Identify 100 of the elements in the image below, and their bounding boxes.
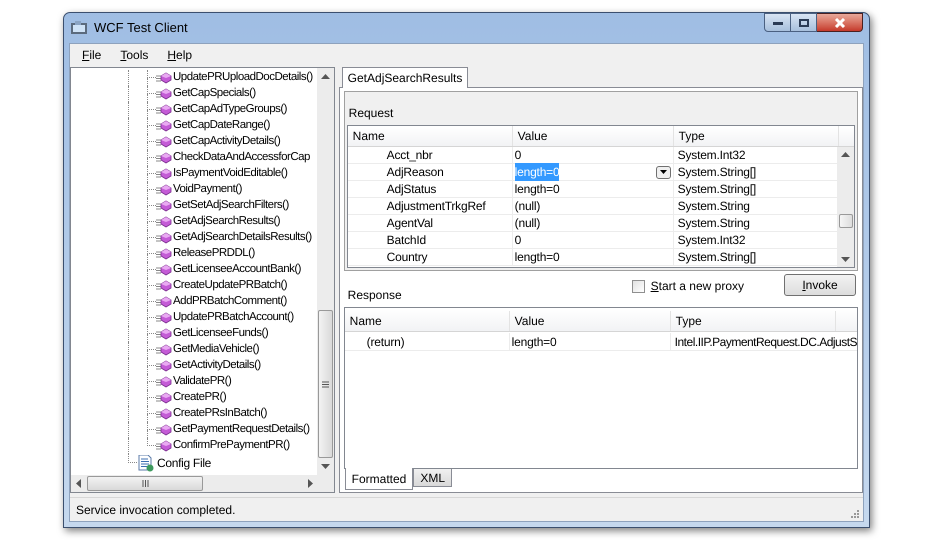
table-cell: (return): [344, 333, 510, 350]
grip-icon: [142, 480, 148, 487]
method-icon: [156, 136, 172, 148]
maximize-button[interactable]: [791, 13, 817, 32]
table-cell: Acct_nbr: [348, 147, 513, 163]
section-label: Request: [348, 105, 394, 122]
table-cell-text: 0: [514, 147, 522, 164]
horizontal-scrollbar[interactable]: [71, 475, 334, 492]
tree-item[interactable]: GetCapAdTypeGroups(): [173, 101, 288, 119]
tree-item[interactable]: AddPRBatchComment(): [173, 293, 287, 311]
minimize-button[interactable]: [764, 13, 791, 32]
method-icon: [156, 328, 172, 340]
menu-item[interactable]: File: [82, 46, 102, 64]
tree-item[interactable]: VoidPayment(): [173, 181, 242, 199]
tree-item[interactable]: GetLicenseeAccountBank(): [173, 261, 301, 279]
menu-item[interactable]: Help: [167, 46, 192, 64]
tree-item[interactable]: GetActivityDetails(): [173, 357, 261, 375]
scrollbar-thumb[interactable]: [87, 476, 203, 491]
table-cell-text: System.Int32: [676, 147, 746, 163]
tree-item[interactable]: GetCapSpecials(): [173, 85, 256, 103]
tab[interactable]: GetAdjSearchResults: [342, 67, 468, 88]
column-header[interactable]: Value: [510, 311, 671, 331]
close-icon: [834, 18, 846, 28]
menu-item[interactable]: Tools: [120, 46, 148, 64]
column-header[interactable]: Type: [670, 311, 836, 331]
table-cell-text: System.String[]: [676, 249, 758, 265]
table-cell-text: length=0: [514, 249, 560, 266]
vertical-scrollbar[interactable]: [316, 68, 334, 475]
tree-item[interactable]: GetCapActivityDetails(): [173, 133, 280, 151]
tree-item[interactable]: GetAdjSearchDetailsResults(): [173, 229, 312, 247]
tree-item[interactable]: GetAdjSearchResults(): [173, 213, 280, 231]
tree-item[interactable]: CheckDataAndAccessforCap: [173, 149, 310, 167]
tree-item[interactable]: CreatePRsInBatch(): [173, 405, 267, 423]
column-header[interactable]: Type: [674, 126, 839, 146]
method-icon: [156, 200, 172, 212]
table-cell: AdjustmentTrkgRef: [348, 198, 513, 214]
tree-item[interactable]: ReleasePRDDL(): [173, 245, 255, 263]
tree-item[interactable]: GetSetAdjSearchFilters(): [173, 197, 289, 215]
tree-item[interactable]: IsPaymentVoidEditable(): [173, 165, 288, 183]
tree-item[interactable]: ValidatePR(): [173, 373, 232, 391]
table-cell-text: System.String[]: [676, 181, 758, 197]
scrollbar-thumb[interactable]: [838, 214, 852, 228]
method-icon: [156, 264, 172, 276]
method-icon: [156, 88, 172, 100]
grip-icon: [322, 380, 329, 388]
tree-item[interactable]: UpdatePRBatchAccount(): [173, 309, 294, 327]
window-title: WCF Test Client: [94, 19, 188, 38]
vertical-scrollbar[interactable]: [837, 147, 854, 267]
table-cell: AgentVal: [348, 215, 513, 231]
method-icon: [156, 168, 172, 180]
method-icon: [156, 344, 172, 356]
proxy-checkbox[interactable]: Start a new proxy: [632, 277, 744, 295]
table-cell-text: System.Int32: [676, 232, 746, 248]
dropdown-button[interactable]: [656, 166, 671, 178]
column-header[interactable]: Value: [512, 126, 674, 146]
tree-item[interactable]: ConfirmPrePaymentPR(): [173, 437, 290, 455]
scroll-up-icon: [320, 74, 330, 79]
tree-item[interactable]: GetLicenseeFunds(): [173, 325, 268, 343]
method-icon: [156, 72, 172, 84]
method-icon: [156, 424, 172, 436]
section-label: Response: [348, 287, 402, 304]
tree-item[interactable]: GetCapDateRange(): [173, 117, 270, 135]
method-icon: [156, 360, 172, 372]
scrollbar-thumb[interactable]: [318, 310, 333, 458]
table-cell: BatchId: [348, 232, 513, 248]
method-icon: [156, 392, 172, 404]
tree-item[interactable]: UpdatePRUploadDocDetails(): [173, 69, 313, 87]
scroll-right-icon: [308, 479, 313, 488]
tree-item[interactable]: CreatePR(): [173, 389, 226, 407]
method-icon: [156, 152, 172, 164]
tree-item[interactable]: CreateUpdatePRBatch(): [173, 277, 288, 295]
method-icon: [156, 104, 172, 116]
method-icon: [156, 120, 172, 132]
table-cell-text: (null): [514, 198, 540, 215]
column-header[interactable]: Name: [348, 126, 513, 146]
table-cell-text: length=0: [514, 181, 560, 198]
scroll-up-icon: [841, 152, 850, 157]
method-icon: [156, 280, 172, 292]
checkbox[interactable]: [632, 280, 645, 292]
tree-item[interactable]: GetPaymentRequestDetails(): [173, 421, 310, 439]
table-cell-text: 0: [514, 232, 522, 249]
invoke-button[interactable]: Invoke: [784, 274, 856, 296]
tab[interactable]: XML: [413, 469, 452, 487]
resize-grip-icon: [850, 509, 859, 518]
method-icon: [156, 232, 172, 244]
table-cell: AdjStatus: [348, 181, 513, 197]
tree-item[interactable]: GetMediaVehicle(): [173, 341, 260, 359]
column-header[interactable]: Name: [344, 311, 510, 331]
table-cell: Country: [348, 249, 513, 265]
table-cell-text: System.String: [676, 198, 751, 214]
table-cell-text: System.String[]: [676, 164, 758, 180]
scroll-down-icon: [841, 257, 850, 262]
maximize-icon: [798, 18, 808, 26]
scroll-down-icon: [320, 464, 330, 469]
close-button[interactable]: [817, 13, 863, 32]
tab[interactable]: Formatted: [344, 468, 414, 490]
method-icon: [156, 440, 172, 452]
app-icon: [70, 20, 88, 36]
method-icon: [156, 376, 172, 388]
tree-item[interactable]: Config File: [157, 454, 212, 472]
